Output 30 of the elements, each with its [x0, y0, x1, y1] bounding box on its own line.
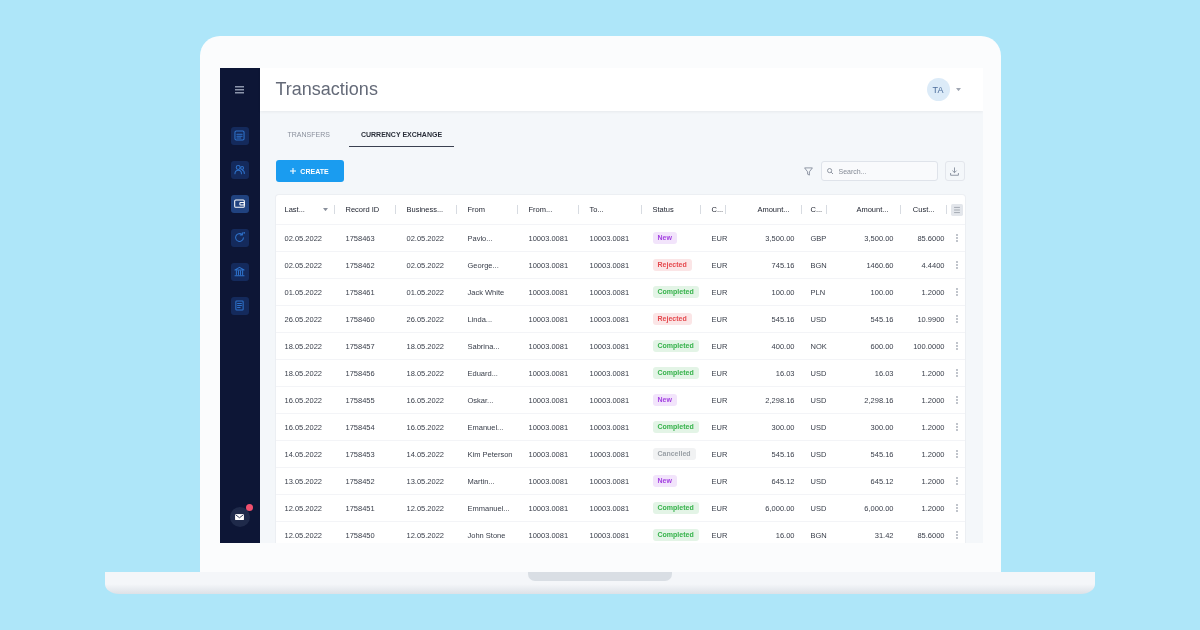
document-icon[interactable] — [230, 296, 249, 315]
plus-icon — [290, 168, 297, 174]
filter-icon[interactable] — [803, 166, 813, 176]
mail-icon[interactable] — [229, 507, 250, 527]
users-icon[interactable] — [230, 160, 249, 179]
bank-icon[interactable] — [230, 262, 249, 281]
more-icon[interactable] — [955, 531, 958, 539]
page-title: Transactions — [275, 79, 378, 100]
more-icon[interactable] — [955, 477, 958, 485]
sort-icon[interactable] — [322, 207, 328, 212]
user-avatar[interactable]: TA — [926, 78, 950, 101]
more-icon[interactable] — [955, 261, 958, 269]
wallet-icon[interactable] — [230, 194, 249, 213]
more-icon[interactable] — [955, 504, 958, 512]
columns-icon[interactable] — [950, 203, 963, 216]
caret-icon[interactable] — [955, 87, 961, 92]
download-button[interactable] — [944, 161, 965, 181]
more-icon[interactable] — [955, 396, 958, 404]
menu-icon[interactable] — [235, 86, 244, 94]
list-icon[interactable] — [230, 126, 249, 145]
more-icon[interactable] — [955, 342, 958, 350]
more-icon[interactable] — [955, 450, 958, 458]
more-icon[interactable] — [955, 423, 958, 431]
more-icon[interactable] — [955, 288, 958, 296]
search-icon — [826, 168, 833, 175]
more-icon[interactable] — [955, 234, 958, 242]
download-icon — [950, 166, 959, 176]
refresh-icon[interactable] — [230, 228, 249, 247]
more-icon[interactable] — [955, 369, 958, 377]
more-icon[interactable] — [955, 315, 958, 323]
